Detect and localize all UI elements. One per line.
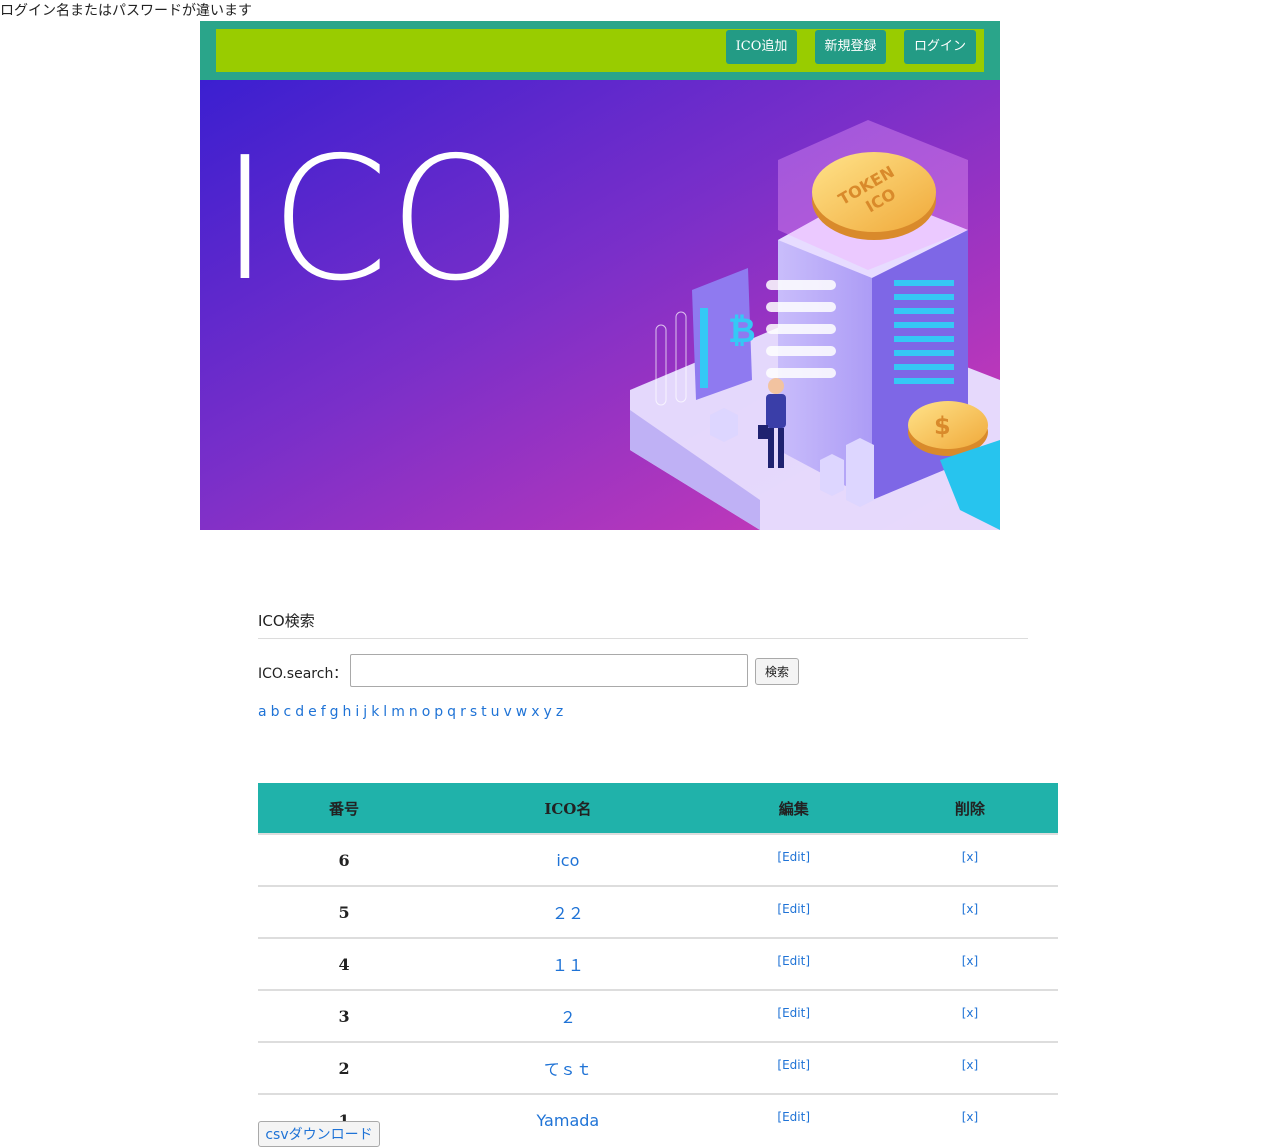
row-number: 3 bbox=[258, 989, 431, 1042]
row-delete-cell: [x] bbox=[881, 833, 1058, 886]
register-button[interactable]: 新規登録 bbox=[815, 30, 886, 64]
alpha-link-z[interactable]: z bbox=[556, 704, 563, 720]
alpha-link-a[interactable]: a bbox=[258, 704, 267, 720]
hero-banner: ICO TOKEN ICO ₿ $ bbox=[200, 80, 1000, 530]
alpha-link-k[interactable]: k bbox=[371, 704, 379, 720]
bitcoin-icon: ₿ bbox=[728, 311, 756, 351]
error-message: ログイン名またはパスワードが違います bbox=[0, 3, 252, 19]
row-edit-cell: [Edit] bbox=[705, 1041, 882, 1094]
login-button[interactable]: ログイン bbox=[904, 30, 976, 64]
ico-name-link[interactable]: １１ bbox=[552, 956, 584, 975]
alpha-link-q[interactable]: q bbox=[447, 704, 456, 720]
row-edit-cell: [Edit] bbox=[705, 937, 882, 990]
column-header-number: 番号 bbox=[258, 783, 431, 834]
column-header-delete: 削除 bbox=[881, 783, 1058, 834]
column-header-name: ICO名 bbox=[430, 783, 706, 834]
alpha-link-y[interactable]: y bbox=[544, 704, 552, 720]
edit-link[interactable]: [Edit] bbox=[777, 1006, 810, 1020]
column-header-edit: 編集 bbox=[705, 783, 882, 834]
row-name-cell: ２２ bbox=[430, 885, 706, 938]
delete-link[interactable]: [x] bbox=[962, 850, 978, 864]
row-name-cell: ２ bbox=[430, 989, 706, 1042]
edit-link[interactable]: [Edit] bbox=[777, 850, 810, 864]
row-name-cell: ico bbox=[430, 833, 706, 886]
row-edit-cell: [Edit] bbox=[705, 833, 882, 886]
alpha-link-u[interactable]: u bbox=[491, 704, 500, 720]
delete-link[interactable]: [x] bbox=[962, 1110, 978, 1124]
search-label: ICO.search： bbox=[258, 666, 348, 682]
alpha-link-e[interactable]: e bbox=[308, 704, 317, 720]
dollar-coin-icon: $ bbox=[934, 412, 951, 440]
row-delete-cell: [x] bbox=[881, 989, 1058, 1042]
row-number: 5 bbox=[258, 885, 431, 938]
alpha-link-c[interactable]: c bbox=[283, 704, 291, 720]
search-button[interactable]: 検索 bbox=[755, 658, 799, 685]
delete-link[interactable]: [x] bbox=[962, 954, 978, 968]
alpha-link-h[interactable]: h bbox=[343, 704, 352, 720]
alpha-link-f[interactable]: f bbox=[321, 704, 326, 720]
edit-link[interactable]: [Edit] bbox=[777, 1058, 810, 1072]
alpha-link-n[interactable]: n bbox=[409, 704, 418, 720]
delete-link[interactable]: [x] bbox=[962, 1006, 978, 1020]
alpha-link-o[interactable]: o bbox=[422, 704, 431, 720]
ico-table: 番号 ICO名 編集 削除 6 ico [Edit] [x] 5 ２２ [Edi… bbox=[258, 783, 1058, 1145]
alpha-link-r[interactable]: r bbox=[460, 704, 466, 720]
nav-bar: ICO追加 新規登録 ログイン bbox=[216, 29, 984, 72]
delete-link[interactable]: [x] bbox=[962, 902, 978, 916]
edit-link[interactable]: [Edit] bbox=[777, 902, 810, 916]
row-name-cell: Yamada bbox=[430, 1093, 706, 1145]
row-delete-cell: [x] bbox=[881, 937, 1058, 990]
row-number: 4 bbox=[258, 937, 431, 990]
alphabet-filter: abcdefghijklmnopqrstuvwxyz bbox=[258, 704, 567, 720]
csv-download-button[interactable]: csvダウンロード bbox=[258, 1121, 380, 1147]
alpha-link-d[interactable]: d bbox=[295, 704, 304, 720]
table-row: 4 １１ [Edit] [x] bbox=[258, 937, 1058, 990]
table-row: 5 ２２ [Edit] [x] bbox=[258, 885, 1058, 938]
alpha-link-v[interactable]: v bbox=[504, 704, 512, 720]
edit-link[interactable]: [Edit] bbox=[777, 954, 810, 968]
row-name-cell: １１ bbox=[430, 937, 706, 990]
alpha-link-j[interactable]: j bbox=[363, 704, 367, 720]
alpha-link-g[interactable]: g bbox=[330, 704, 339, 720]
row-edit-cell: [Edit] bbox=[705, 989, 882, 1042]
add-ico-button[interactable]: ICO追加 bbox=[726, 30, 797, 64]
row-delete-cell: [x] bbox=[881, 1041, 1058, 1094]
row-delete-cell: [x] bbox=[881, 885, 1058, 938]
alpha-link-i[interactable]: i bbox=[355, 704, 359, 720]
search-input[interactable] bbox=[350, 654, 748, 687]
alpha-link-t[interactable]: t bbox=[481, 704, 487, 720]
table-header-row: 番号 ICO名 編集 削除 bbox=[258, 783, 1058, 834]
alpha-link-l[interactable]: l bbox=[383, 704, 387, 720]
site-header: ICO追加 新規登録 ログイン bbox=[200, 21, 1000, 80]
ico-name-link[interactable]: てｓｔ bbox=[544, 1060, 592, 1079]
row-number: 6 bbox=[258, 833, 431, 886]
row-edit-cell: [Edit] bbox=[705, 885, 882, 938]
alpha-link-x[interactable]: x bbox=[531, 704, 539, 720]
row-name-cell: てｓｔ bbox=[430, 1041, 706, 1094]
alpha-link-s[interactable]: s bbox=[470, 704, 477, 720]
row-delete-cell: [x] bbox=[881, 1093, 1058, 1145]
section-divider bbox=[258, 638, 1028, 639]
alpha-link-w[interactable]: w bbox=[516, 704, 527, 720]
alpha-link-m[interactable]: m bbox=[391, 704, 405, 720]
table-row: 6 ico [Edit] [x] bbox=[258, 833, 1058, 886]
table-row: 3 ２ [Edit] [x] bbox=[258, 989, 1058, 1042]
alpha-link-p[interactable]: p bbox=[434, 704, 443, 720]
ico-name-link[interactable]: ２ bbox=[560, 1008, 576, 1027]
row-number: 2 bbox=[258, 1041, 431, 1094]
ico-name-link[interactable]: Yamada bbox=[536, 1111, 599, 1130]
banner-illustration: ICO TOKEN ICO ₿ $ bbox=[200, 80, 1000, 530]
alpha-link-b[interactable]: b bbox=[271, 704, 280, 720]
delete-link[interactable]: [x] bbox=[962, 1058, 978, 1072]
banner-heading: ICO bbox=[220, 121, 523, 319]
ico-name-link[interactable]: ico bbox=[556, 851, 579, 870]
edit-link[interactable]: [Edit] bbox=[777, 1110, 810, 1124]
ico-name-link[interactable]: ２２ bbox=[552, 904, 584, 923]
table-row: 2 てｓｔ [Edit] [x] bbox=[258, 1041, 1058, 1094]
row-edit-cell: [Edit] bbox=[705, 1093, 882, 1145]
search-section-title: ICO検索 bbox=[258, 612, 315, 630]
